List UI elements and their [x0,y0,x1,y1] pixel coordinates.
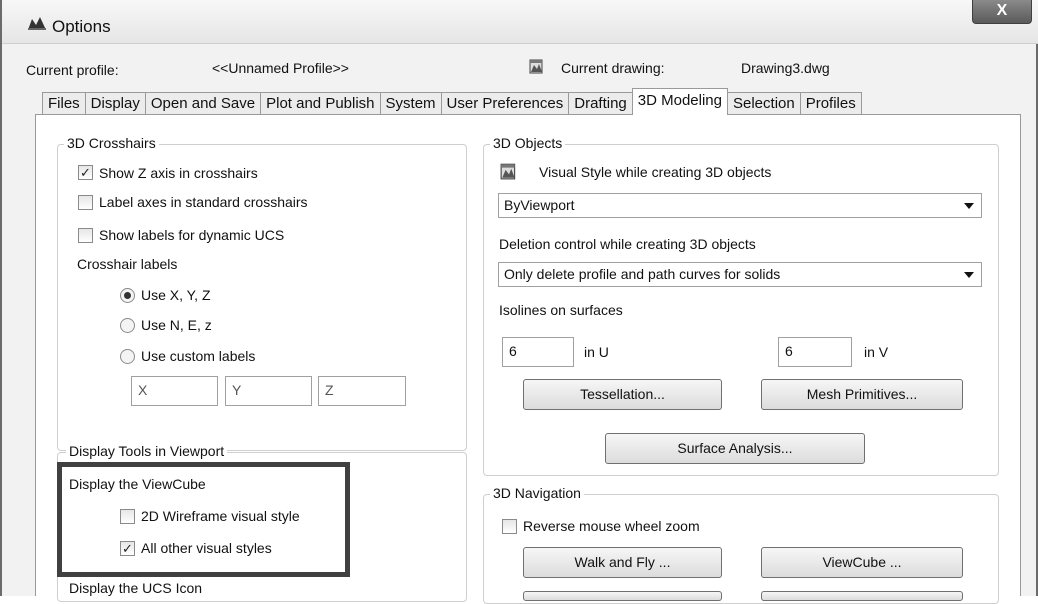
tessellation-button[interactable]: Tessellation... [523,379,722,410]
display-ucs-heading: Display the UCS Icon [69,580,203,596]
tab-user-preferences[interactable]: User Preferences [440,92,570,114]
current-drawing-label: Current drawing: [561,60,665,76]
radio-use-custom[interactable] [120,349,135,364]
mesh-primitives-button[interactable]: Mesh Primitives... [761,379,963,410]
tab-drafting[interactable]: Drafting [568,92,633,114]
surface-analysis-button[interactable]: Surface Analysis... [605,433,865,464]
chevron-down-icon [964,203,974,209]
tab-strip: Files Display Open and Save Plot and Pub… [42,88,862,115]
tab-display[interactable]: Display [84,92,146,114]
tab-profiles[interactable]: Profiles [799,92,862,114]
reverse-zoom-label: Reverse mouse wheel zoom [523,518,700,534]
label-axes-checkbox[interactable] [78,195,93,210]
dynamic-ucs-label: Show labels for dynamic UCS [99,227,285,243]
other-styles-checkbox[interactable]: ✓ [120,541,135,556]
radio-use-nez-label: Use N, E, z [141,317,212,333]
isolines-v-input[interactable]: 6 [778,337,852,367]
deletion-control-label: Deletion control while creating 3D objec… [499,236,756,252]
tab-system[interactable]: System [379,92,442,114]
walk-and-fly-button[interactable]: Walk and Fly ... [523,547,722,578]
current-profile-label: Current profile: [26,62,119,78]
display-viewcube-heading: Display the ViewCube [69,476,206,492]
options-dialog: Options X Current profile: <<Unnamed Pro… [0,0,1038,604]
wireframe-label: 2D Wireframe visual style [141,508,300,524]
tab-selection[interactable]: Selection [727,92,801,114]
navigation-group-title: 3D Navigation [490,485,584,501]
title-bar[interactable]: Options X [2,0,1038,44]
isolines-u-unit: in U [584,344,609,360]
visual-style-label: Visual Style while creating 3D objects [539,164,772,180]
navigation-button-partial-left[interactable] [523,591,722,601]
wireframe-checkbox[interactable] [120,509,135,524]
current-drawing-value: Drawing3.dwg [741,60,830,76]
radio-use-custom-label: Use custom labels [141,348,256,364]
custom-label-z-input[interactable]: Z [318,376,406,406]
tab-3d-modeling[interactable]: 3D Modeling [631,88,728,115]
display-tools-group-title: Display Tools in Viewport [66,443,228,459]
custom-label-y-input[interactable]: Y [225,376,312,406]
visual-style-icon [500,163,516,180]
tab-files[interactable]: Files [42,92,86,114]
deletion-control-value: Only delete profile and path curves for … [504,266,781,282]
crosshair-labels-heading: Crosshair labels [77,256,178,272]
drawing-icon [529,59,543,74]
chevron-down-icon [964,272,974,278]
visual-style-select[interactable]: ByViewport [498,193,982,218]
show-z-checkbox[interactable]: ✓ [78,165,93,180]
app-icon [28,17,46,30]
show-z-label: Show Z axis in crosshairs [99,165,258,181]
reverse-zoom-checkbox[interactable] [502,519,517,534]
isolines-v-unit: in V [864,344,889,360]
visual-style-value: ByViewport [504,197,575,213]
current-profile-value: <<Unnamed Profile>> [212,60,349,76]
window-title: Options [52,17,111,36]
navigation-button-partial-right[interactable] [761,591,963,601]
dynamic-ucs-checkbox[interactable] [78,228,93,243]
other-styles-label: All other visual styles [141,540,272,556]
isolines-label: Isolines on surfaces [499,302,623,318]
radio-use-xyz[interactable] [120,288,135,303]
label-axes-label: Label axes in standard crosshairs [99,194,308,210]
radio-use-nez[interactable] [120,318,135,333]
deletion-control-select[interactable]: Only delete profile and path curves for … [498,262,982,287]
crosshairs-group-title: 3D Crosshairs [64,135,159,151]
tab-open-and-save[interactable]: Open and Save [144,92,262,114]
viewcube-button[interactable]: ViewCube ... [761,547,963,578]
isolines-u-input[interactable]: 6 [502,337,574,367]
radio-use-xyz-label: Use X, Y, Z [141,287,211,303]
custom-label-x-input[interactable]: X [131,376,218,406]
close-button[interactable]: X [972,0,1032,24]
tab-plot-and-publish[interactable]: Plot and Publish [260,92,381,114]
objects-group-title: 3D Objects [490,135,566,151]
